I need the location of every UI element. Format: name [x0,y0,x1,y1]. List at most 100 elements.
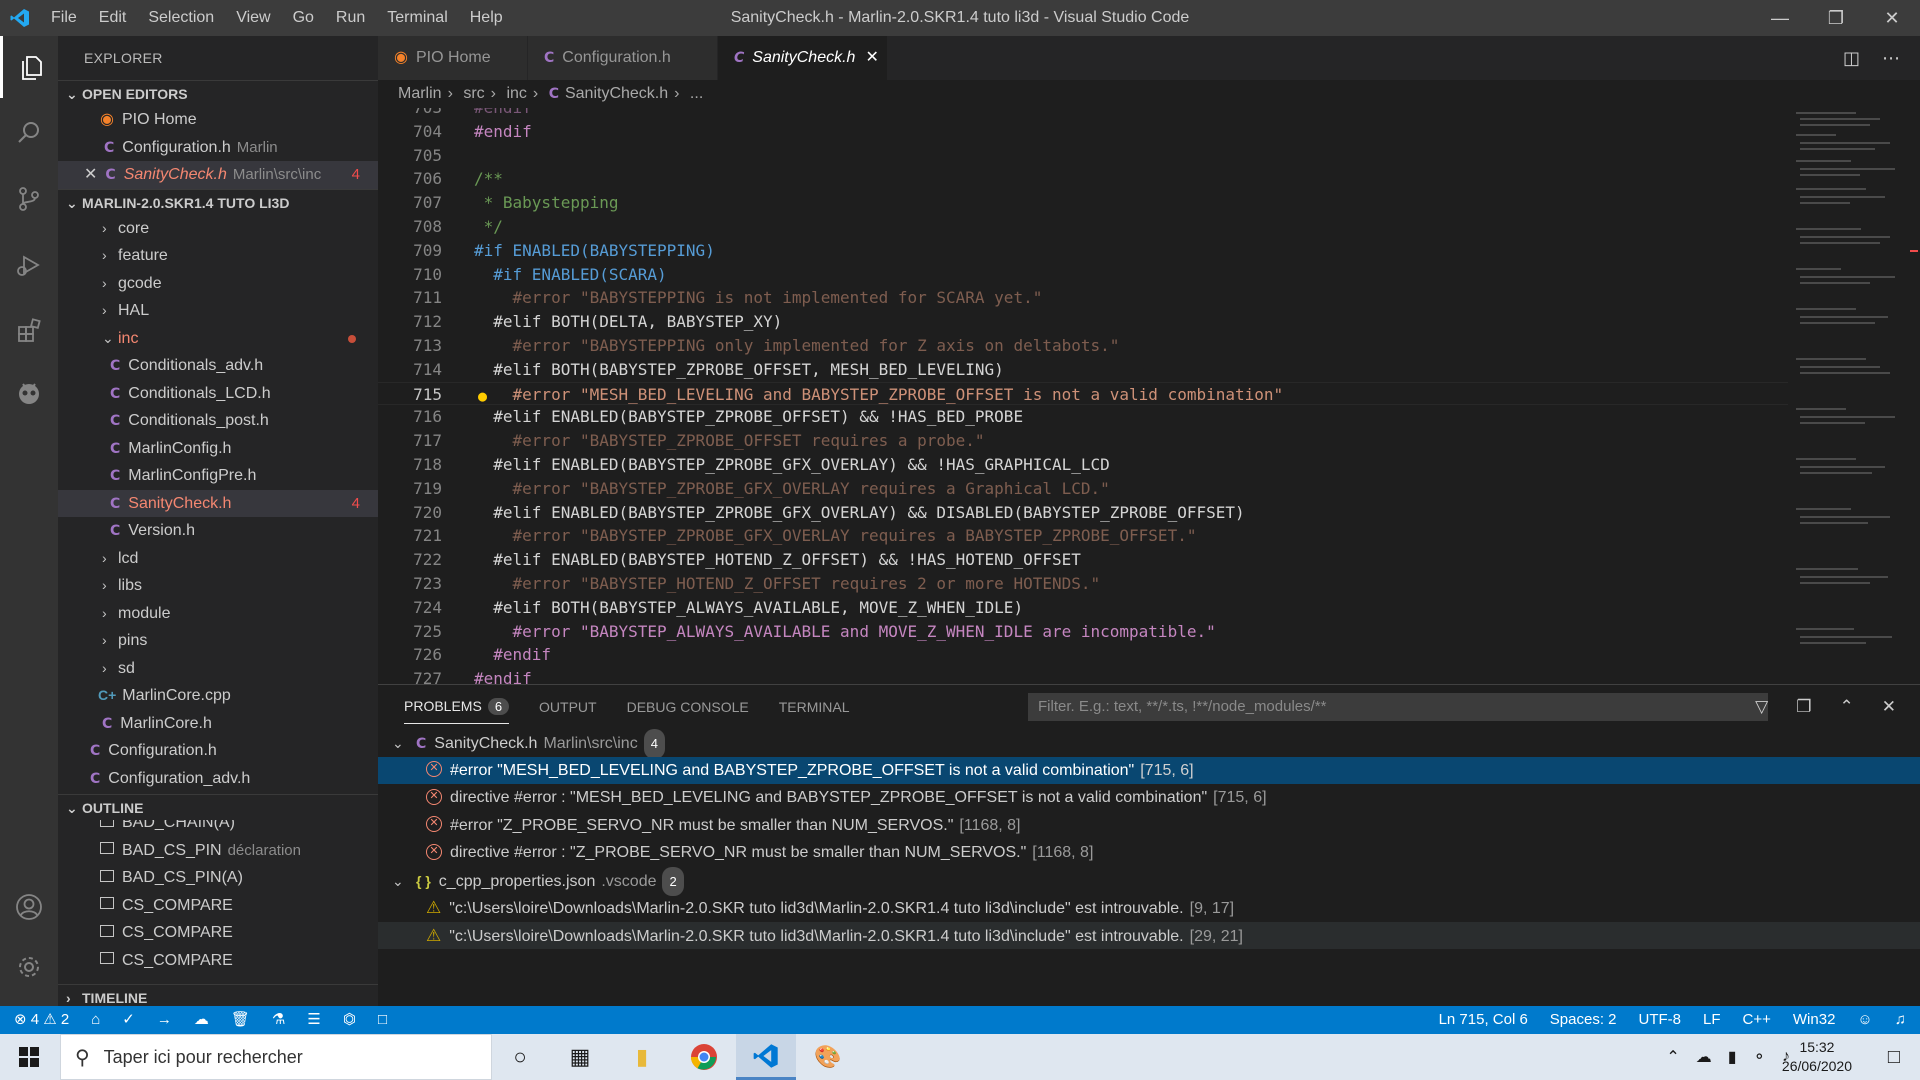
outline-item[interactable]: CS_COMPARE [58,919,378,947]
platform[interactable]: Win32 [1793,1006,1836,1034]
close-window-button[interactable]: ✕ [1864,0,1920,36]
file-item[interactable]: C MarlinCore.h [58,710,378,738]
task-view-icon[interactable]: ▦ [550,1034,610,1080]
folder-item[interactable]: › lcd [58,545,378,573]
timeline-header[interactable]: › TIMELINE [58,984,378,1006]
problem-item[interactable]: ⚠ "c:\Users\loire\Downloads\Marlin-2.0.SK… [378,894,1920,922]
menu-go[interactable]: Go [282,0,325,36]
explorer-icon[interactable] [0,36,58,98]
pio-serial-monitor-icon[interactable]: ⏣ [343,1006,356,1034]
file-item[interactable]: C MarlinConfigPre.h [58,462,378,490]
editor-scrollbar[interactable] [1908,108,1920,684]
breadcrumb-item[interactable]: SanityCheck.h [565,85,668,102]
pio-home-icon[interactable]: ⌂ [91,1006,100,1034]
battery-icon[interactable]: ▮ [1728,1047,1737,1067]
outline-item[interactable]: BAD_CS_PIN déclaration [58,837,378,865]
maximize-panel-icon[interactable]: ⌃ [1840,697,1854,717]
file-item[interactable]: C MarlinConfig.h [58,435,378,463]
problem-item[interactable]: ⚠ "c:\Users\loire\Downloads\Marlin-2.0.SK… [378,921,1920,949]
folder-item[interactable]: › HAL [58,297,378,325]
problem-file-group[interactable]: ⌄{ } c_cpp_properties.json .vscode 2 [378,866,1920,896]
pio-terminal-icon[interactable]: □ [378,1006,387,1034]
collapse-all-icon[interactable]: ❐ [1796,697,1811,717]
close-icon[interactable]: ✕ [84,166,97,183]
outline-item[interactable]: BAD_CHAIN(A) [58,820,378,837]
file-item[interactable]: C Conditionals_post.h [58,407,378,435]
search-icon[interactable] [0,102,58,164]
minimap[interactable] [1788,108,1908,684]
indentation[interactable]: Spaces: 2 [1550,1006,1617,1034]
menu-file[interactable]: File [40,0,88,36]
tab-sanitycheck[interactable]: C SanityCheck.h ✕ [718,36,888,80]
cursor-position[interactable]: Ln 715, Col 6 [1439,1006,1528,1034]
feedback-icon[interactable]: ☺ [1857,1006,1872,1034]
menu-terminal[interactable]: Terminal [376,0,458,36]
paint-icon[interactable]: 🎨 [798,1034,858,1080]
pio-remote-icon[interactable]: ☁ [194,1006,209,1034]
menu-run[interactable]: Run [325,0,376,36]
folder-item[interactable]: › feature [58,242,378,270]
notification-icon[interactable]: □ [1888,1046,1900,1069]
problem-item[interactable]: ✕ directive #error : "Z_PROBE_SERVO_NR mu… [378,839,1920,867]
code-editor[interactable]: 703#endif 704#endif 705 706/** 707 * Bab… [378,108,1788,684]
restore-button[interactable]: ❐ [1808,0,1864,36]
file-item[interactable]: C Conditionals_adv.h [58,352,378,380]
filter-icon[interactable]: ▽ [1755,697,1768,717]
minimize-button[interactable]: — [1752,0,1808,36]
menu-edit[interactable]: Edit [88,0,138,36]
folder-item[interactable]: › core [58,215,378,243]
problems-filter-input[interactable]: Filter. E.g.: text, **/*.ts, !**/node_mo… [1028,693,1768,721]
open-editor-item[interactable]: ◉ PIO Home [58,106,378,134]
open-editor-item[interactable]: ✕ C SanityCheck.h Marlin\src\inc 4 [58,161,378,189]
cortana-icon[interactable]: ○ [490,1034,550,1080]
encoding[interactable]: UTF-8 [1639,1006,1682,1034]
problem-file-group[interactable]: ⌄ C SanityCheck.h Marlin\src\inc 4 [378,729,1920,759]
breadcrumb-item[interactable]: ... [690,85,703,102]
problem-item[interactable]: ✕ #error "Z_PROBE_SERVO_NR must be smalle… [378,812,1920,840]
run-debug-icon[interactable] [0,234,58,296]
breadcrumb-item[interactable]: inc [506,85,526,102]
file-item[interactable]: C Version.h [58,517,378,545]
folder-item[interactable]: › gcode [58,270,378,298]
windows-start-icon[interactable] [0,1034,58,1080]
accounts-icon[interactable] [0,876,58,938]
pio-test-icon[interactable]: ⚗ [272,1006,285,1034]
chevron-up-icon[interactable]: ⌃ [1666,1047,1679,1067]
onedrive-icon[interactable]: ☁ [1696,1047,1712,1067]
open-editor-item[interactable]: C Configuration.h Marlin [58,134,378,162]
taskbar-clock[interactable]: 15:32 26/06/2020 [1782,1038,1852,1076]
outline-item[interactable]: BAD_CS_PIN(A) [58,864,378,892]
file-explorer-icon[interactable]: ▮ [612,1034,672,1080]
tab-pio-home[interactable]: ◉ PIO Home [378,36,528,80]
open-editors-header[interactable]: ⌄ OPEN EDITORS [58,80,378,106]
pio-clean-icon[interactable]: 🗑 [231,1006,250,1034]
file-item-active[interactable]: C SanityCheck.h 4 [58,489,378,517]
file-item[interactable]: C+ MarlinCore.cpp [58,682,378,710]
problem-item[interactable]: ✕ directive #error : "MESH_BED_LEVELING a… [378,784,1920,812]
file-item[interactable]: C Conditionals_LCD.h [58,380,378,408]
outline-header[interactable]: ⌄ OUTLINE [58,794,378,820]
split-editor-icon[interactable]: ◫ [1843,48,1860,69]
file-item[interactable]: C Configuration.h [58,737,378,765]
outline-item[interactable]: CS_COMPARE [58,892,378,920]
tab-terminal[interactable]: TERMINAL [779,699,850,715]
more-actions-icon[interactable]: ⋯ [1882,48,1900,69]
vscode-taskbar-icon[interactable] [736,1034,796,1080]
folder-item[interactable]: › module [58,600,378,628]
folder-item[interactable]: › libs [58,572,378,600]
source-control-icon[interactable] [0,168,58,230]
tab-problems[interactable]: PROBLEMS 6 [404,698,510,724]
problems-status[interactable]: ⊗ 4 ⚠ 2 [14,1006,69,1034]
close-panel-icon[interactable]: ✕ [1882,697,1896,717]
end-of-line[interactable]: LF [1703,1006,1721,1034]
language-mode[interactable]: C++ [1743,1006,1771,1034]
taskbar-search-input[interactable]: ⚲ Taper ici pour rechercher [60,1034,492,1080]
pio-upload-icon[interactable]: → [157,1006,172,1034]
breadcrumb-item[interactable]: Marlin [398,85,442,102]
chrome-icon[interactable] [674,1034,734,1080]
pio-build-icon[interactable]: ✓ [122,1006,135,1034]
platformio-icon[interactable] [0,362,58,424]
folder-item[interactable]: › sd [58,655,378,683]
menu-view[interactable]: View [225,0,281,36]
tab-configuration[interactable]: C Configuration.h [528,36,718,80]
